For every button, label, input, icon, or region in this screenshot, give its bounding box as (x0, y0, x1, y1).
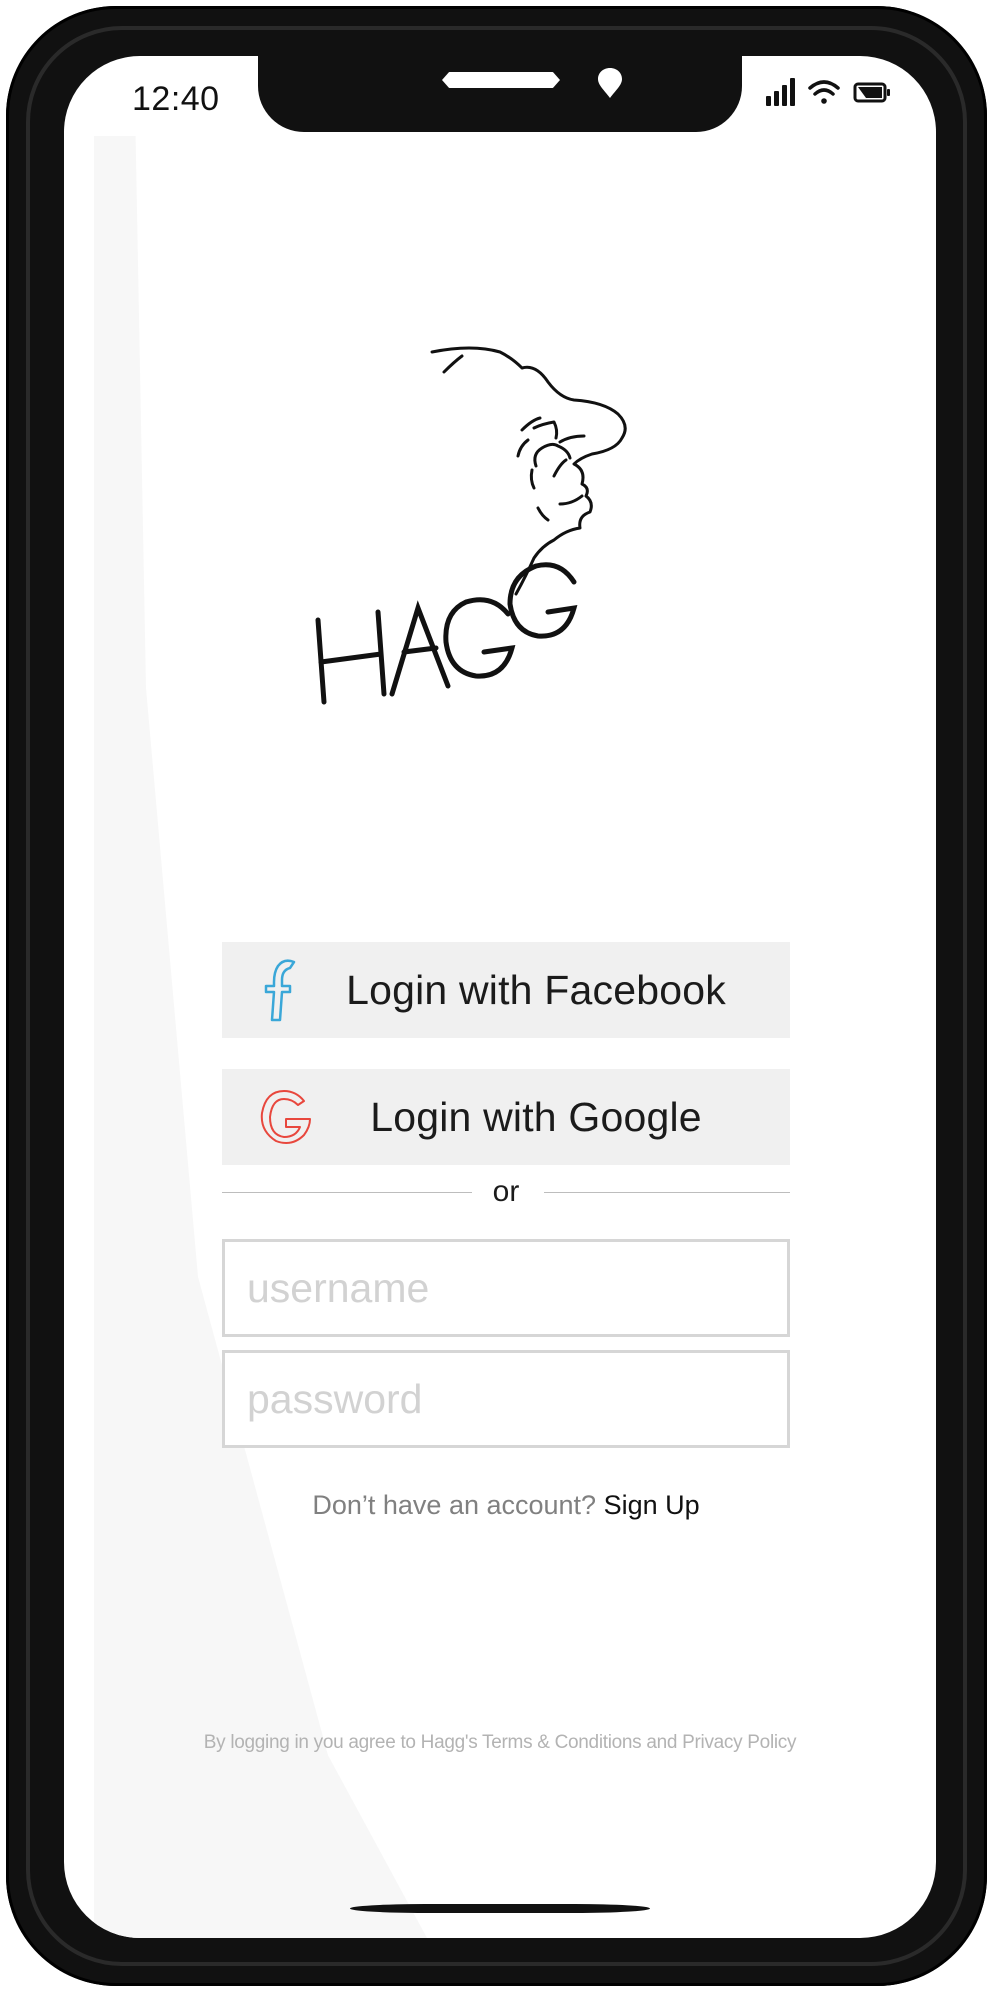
login-google-button[interactable]: Login with Google (222, 1069, 790, 1165)
signup-prompt-line: Don’t have an account? Sign Up (222, 1490, 790, 1521)
hagg-logo (315, 346, 627, 705)
signup-prompt: Don’t have an account? (312, 1490, 597, 1520)
wifi-icon (808, 80, 840, 104)
signal-icon (766, 78, 795, 106)
notch (258, 56, 742, 132)
status-time: 12:40 (132, 80, 220, 118)
camera-icon (598, 68, 622, 98)
login-facebook-label: Login with Facebook (346, 966, 726, 1013)
battery-icon (853, 82, 890, 103)
login-facebook-button[interactable]: Login with Facebook (222, 942, 790, 1038)
phone-screen: 12:40 Login with Facebook Login with Goo… (64, 56, 936, 1938)
username-input[interactable] (222, 1239, 790, 1337)
login-google-label: Login with Google (370, 1093, 702, 1140)
password-input[interactable] (222, 1350, 790, 1448)
home-indicator[interactable] (350, 1904, 650, 1913)
face-line-art-logo (430, 346, 627, 596)
legal-notice: By logging in you agree to Hagg's Terms … (203, 1732, 797, 1753)
or-divider: or (222, 1172, 790, 1212)
app-mockup: 12:40 Login with Facebook Login with Goo… (0, 0, 999, 1994)
speaker-grille (442, 72, 560, 88)
divider-line-right (544, 1192, 790, 1193)
status-icons (766, 78, 890, 106)
signup-link[interactable]: Sign Up (604, 1490, 700, 1520)
hagg-wordmark (315, 562, 578, 705)
